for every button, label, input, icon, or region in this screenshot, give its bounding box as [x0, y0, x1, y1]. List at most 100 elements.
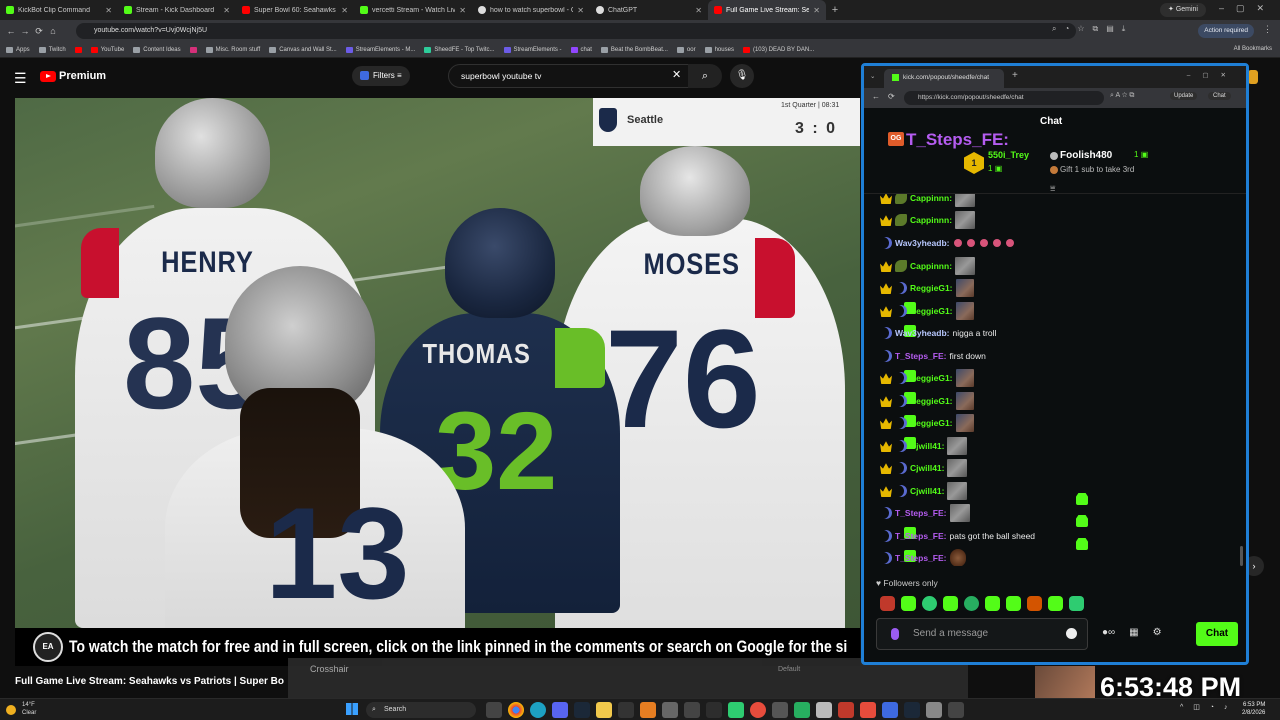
- emote-button[interactable]: [901, 596, 916, 611]
- browser-tab[interactable]: vercetti Stream - Watch Live on✕: [354, 0, 472, 20]
- bookmark-item[interactable]: StreamElements - M...: [345, 46, 415, 53]
- action-required-button[interactable]: Action required: [1198, 24, 1254, 38]
- all-bookmarks-link[interactable]: All Bookmarks: [1234, 46, 1272, 52]
- chat-username[interactable]: T_Steps_FE:: [895, 531, 947, 541]
- app-icon[interactable]: [728, 702, 744, 718]
- browser-tab[interactable]: how to watch superbowl - Goo ✕: [472, 0, 590, 20]
- kick-address-bar[interactable]: https://kick.com/popout/sheedfe/chat: [904, 91, 1104, 105]
- chat-username[interactable]: Cjwill41:: [910, 486, 944, 496]
- forward-icon[interactable]: →: [18, 26, 32, 36]
- browser-tab[interactable]: Stream - Kick Dashboard ✕: [118, 0, 236, 20]
- browser-tab[interactable]: KickBot Clip Command ✕: [0, 0, 118, 20]
- video-player[interactable]: HENRY 85 MOSES 76 THOMAS 32 13 Seattle 1…: [15, 98, 860, 666]
- emote-button[interactable]: [1069, 596, 1084, 611]
- emote-button[interactable]: [985, 596, 1000, 611]
- reload-icon[interactable]: ⟳: [32, 26, 46, 37]
- video-title[interactable]: Full Game Live Stream: Seahawks vs Patri…: [15, 676, 290, 687]
- gemini-button[interactable]: ✦ Gemini: [1160, 3, 1206, 17]
- chat-username[interactable]: ReggieG1:: [910, 306, 953, 316]
- taskbar-clock[interactable]: 6:53 PM 2/8/2026: [1242, 701, 1265, 717]
- new-tab-button[interactable]: +: [1012, 70, 1018, 81]
- bookmark-item[interactable]: [189, 46, 197, 53]
- store-icon[interactable]: ▦: [1129, 627, 1138, 638]
- sidepanel-icon[interactable]: ▤: [1106, 24, 1114, 34]
- close-tab-icon[interactable]: ✕: [695, 6, 702, 15]
- emote-button[interactable]: [922, 596, 937, 611]
- settings-gear-icon[interactable]: ⚙: [1153, 627, 1162, 638]
- taskbar-search[interactable]: ⌕ Search: [366, 702, 476, 718]
- close-tab-icon[interactable]: ✕: [813, 6, 820, 15]
- emote-button[interactable]: [943, 596, 958, 611]
- app-icon[interactable]: [904, 702, 920, 718]
- app-icon[interactable]: [618, 702, 634, 718]
- app-icon[interactable]: [926, 702, 942, 718]
- emote-button[interactable]: [1006, 596, 1021, 611]
- system-tray[interactable]: ^ ◫ ◔ ♪: [1180, 703, 1231, 711]
- tab-search-icon[interactable]: ⌄: [870, 72, 875, 80]
- bookmark-item[interactable]: SheedFE - Top Twitc...: [424, 46, 495, 53]
- home-icon[interactable]: ⌂: [46, 26, 60, 36]
- translate-icon[interactable]: ⌕ A ☆ ⧉: [1110, 92, 1134, 100]
- bookmark-item[interactable]: Apps: [6, 46, 30, 53]
- chat-username[interactable]: Cappinnn:: [910, 215, 952, 225]
- bookmark-item[interactable]: chat: [570, 46, 592, 53]
- reload-icon[interactable]: ⟳: [888, 92, 895, 101]
- kick-tab[interactable]: kick.com/popout/sheedfe/chat: [884, 69, 1004, 88]
- bookmark-item[interactable]: StreamElements -: [503, 46, 562, 53]
- file-explorer-icon[interactable]: [596, 702, 612, 718]
- chat-username[interactable]: Cappinnn:: [910, 194, 952, 203]
- chat-username[interactable]: ReggieG1:: [910, 283, 953, 293]
- chat-scrollbar[interactable]: [1240, 546, 1243, 566]
- chat-username[interactable]: T_Steps_FE:: [895, 351, 947, 361]
- bookmark-item[interactable]: (103) DEAD BY DAN...: [742, 46, 814, 53]
- star-icon[interactable]: ☆: [1077, 24, 1084, 34]
- notification-badge[interactable]: [1248, 70, 1258, 84]
- gift-sub-prompt[interactable]: Gift 1 sub to take 3rd: [1060, 165, 1134, 174]
- search-input[interactable]: superbowl youtube tv: [448, 64, 692, 88]
- app-icon[interactable]: [816, 702, 832, 718]
- discord-icon[interactable]: [552, 702, 568, 718]
- close-tab-icon[interactable]: ✕: [223, 6, 230, 15]
- browser-tab[interactable]: ChatGPT ✕: [590, 0, 708, 20]
- new-tab-button[interactable]: +: [826, 4, 844, 16]
- bookmark-item[interactable]: houses: [704, 46, 734, 53]
- back-icon[interactable]: ←: [872, 92, 880, 101]
- steam-icon[interactable]: [574, 702, 590, 718]
- emoji-picker-icon[interactable]: [1066, 628, 1077, 639]
- top-gifter-name[interactable]: 550i_Trey: [988, 150, 1029, 160]
- bookmark-item[interactable]: Misc. Room stuff: [205, 46, 260, 53]
- app-icon[interactable]: [640, 702, 656, 718]
- back-icon[interactable]: ←: [4, 26, 18, 36]
- emote-button[interactable]: [964, 596, 979, 611]
- voice-search-icon[interactable]: 🎙: [730, 64, 754, 88]
- app-icon[interactable]: [684, 702, 700, 718]
- emote-button[interactable]: [1027, 596, 1042, 611]
- chat-tab-button[interactable]: Chat: [1208, 92, 1231, 100]
- hamburger-menu-icon[interactable]: ☰: [14, 70, 27, 87]
- windows-start-icon[interactable]: [346, 703, 358, 715]
- message-input[interactable]: Send a message: [876, 618, 1088, 650]
- window-controls[interactable]: –▢✕: [1187, 71, 1238, 79]
- filters-button[interactable]: Filters ≡: [352, 66, 410, 86]
- youtube-logo[interactable]: Premium: [40, 70, 106, 82]
- translate-icon[interactable]: ◔: [1064, 24, 1069, 34]
- window-controls[interactable]: –▢✕: [1219, 3, 1276, 14]
- crosshair-default[interactable]: Default: [778, 666, 800, 673]
- task-view-icon[interactable]: [486, 702, 502, 718]
- app-icon[interactable]: [662, 702, 678, 718]
- send-chat-button[interactable]: Chat: [1196, 622, 1238, 646]
- bookmark-item[interactable]: YouTube: [90, 46, 124, 53]
- bookmark-item[interactable]: [74, 46, 82, 53]
- download-icon[interactable]: ⤓: [1122, 24, 1126, 34]
- menu-icon[interactable]: ⋮: [1263, 24, 1272, 35]
- chat-username[interactable]: ReggieG1:: [910, 396, 953, 406]
- close-tab-icon[interactable]: ✕: [577, 6, 584, 15]
- microphone-icon[interactable]: [891, 628, 899, 640]
- app-icon[interactable]: [794, 702, 810, 718]
- bookmark-item[interactable]: Canvas and Wall St...: [269, 46, 337, 53]
- emote-button[interactable]: [880, 596, 895, 611]
- chat-username[interactable]: Wav3yheadb:: [895, 328, 949, 338]
- clear-search-icon[interactable]: ✕: [672, 68, 681, 81]
- pinned-username[interactable]: T_Steps_FE:: [906, 130, 1009, 150]
- chat-username[interactable]: Cjwill41:: [910, 441, 944, 451]
